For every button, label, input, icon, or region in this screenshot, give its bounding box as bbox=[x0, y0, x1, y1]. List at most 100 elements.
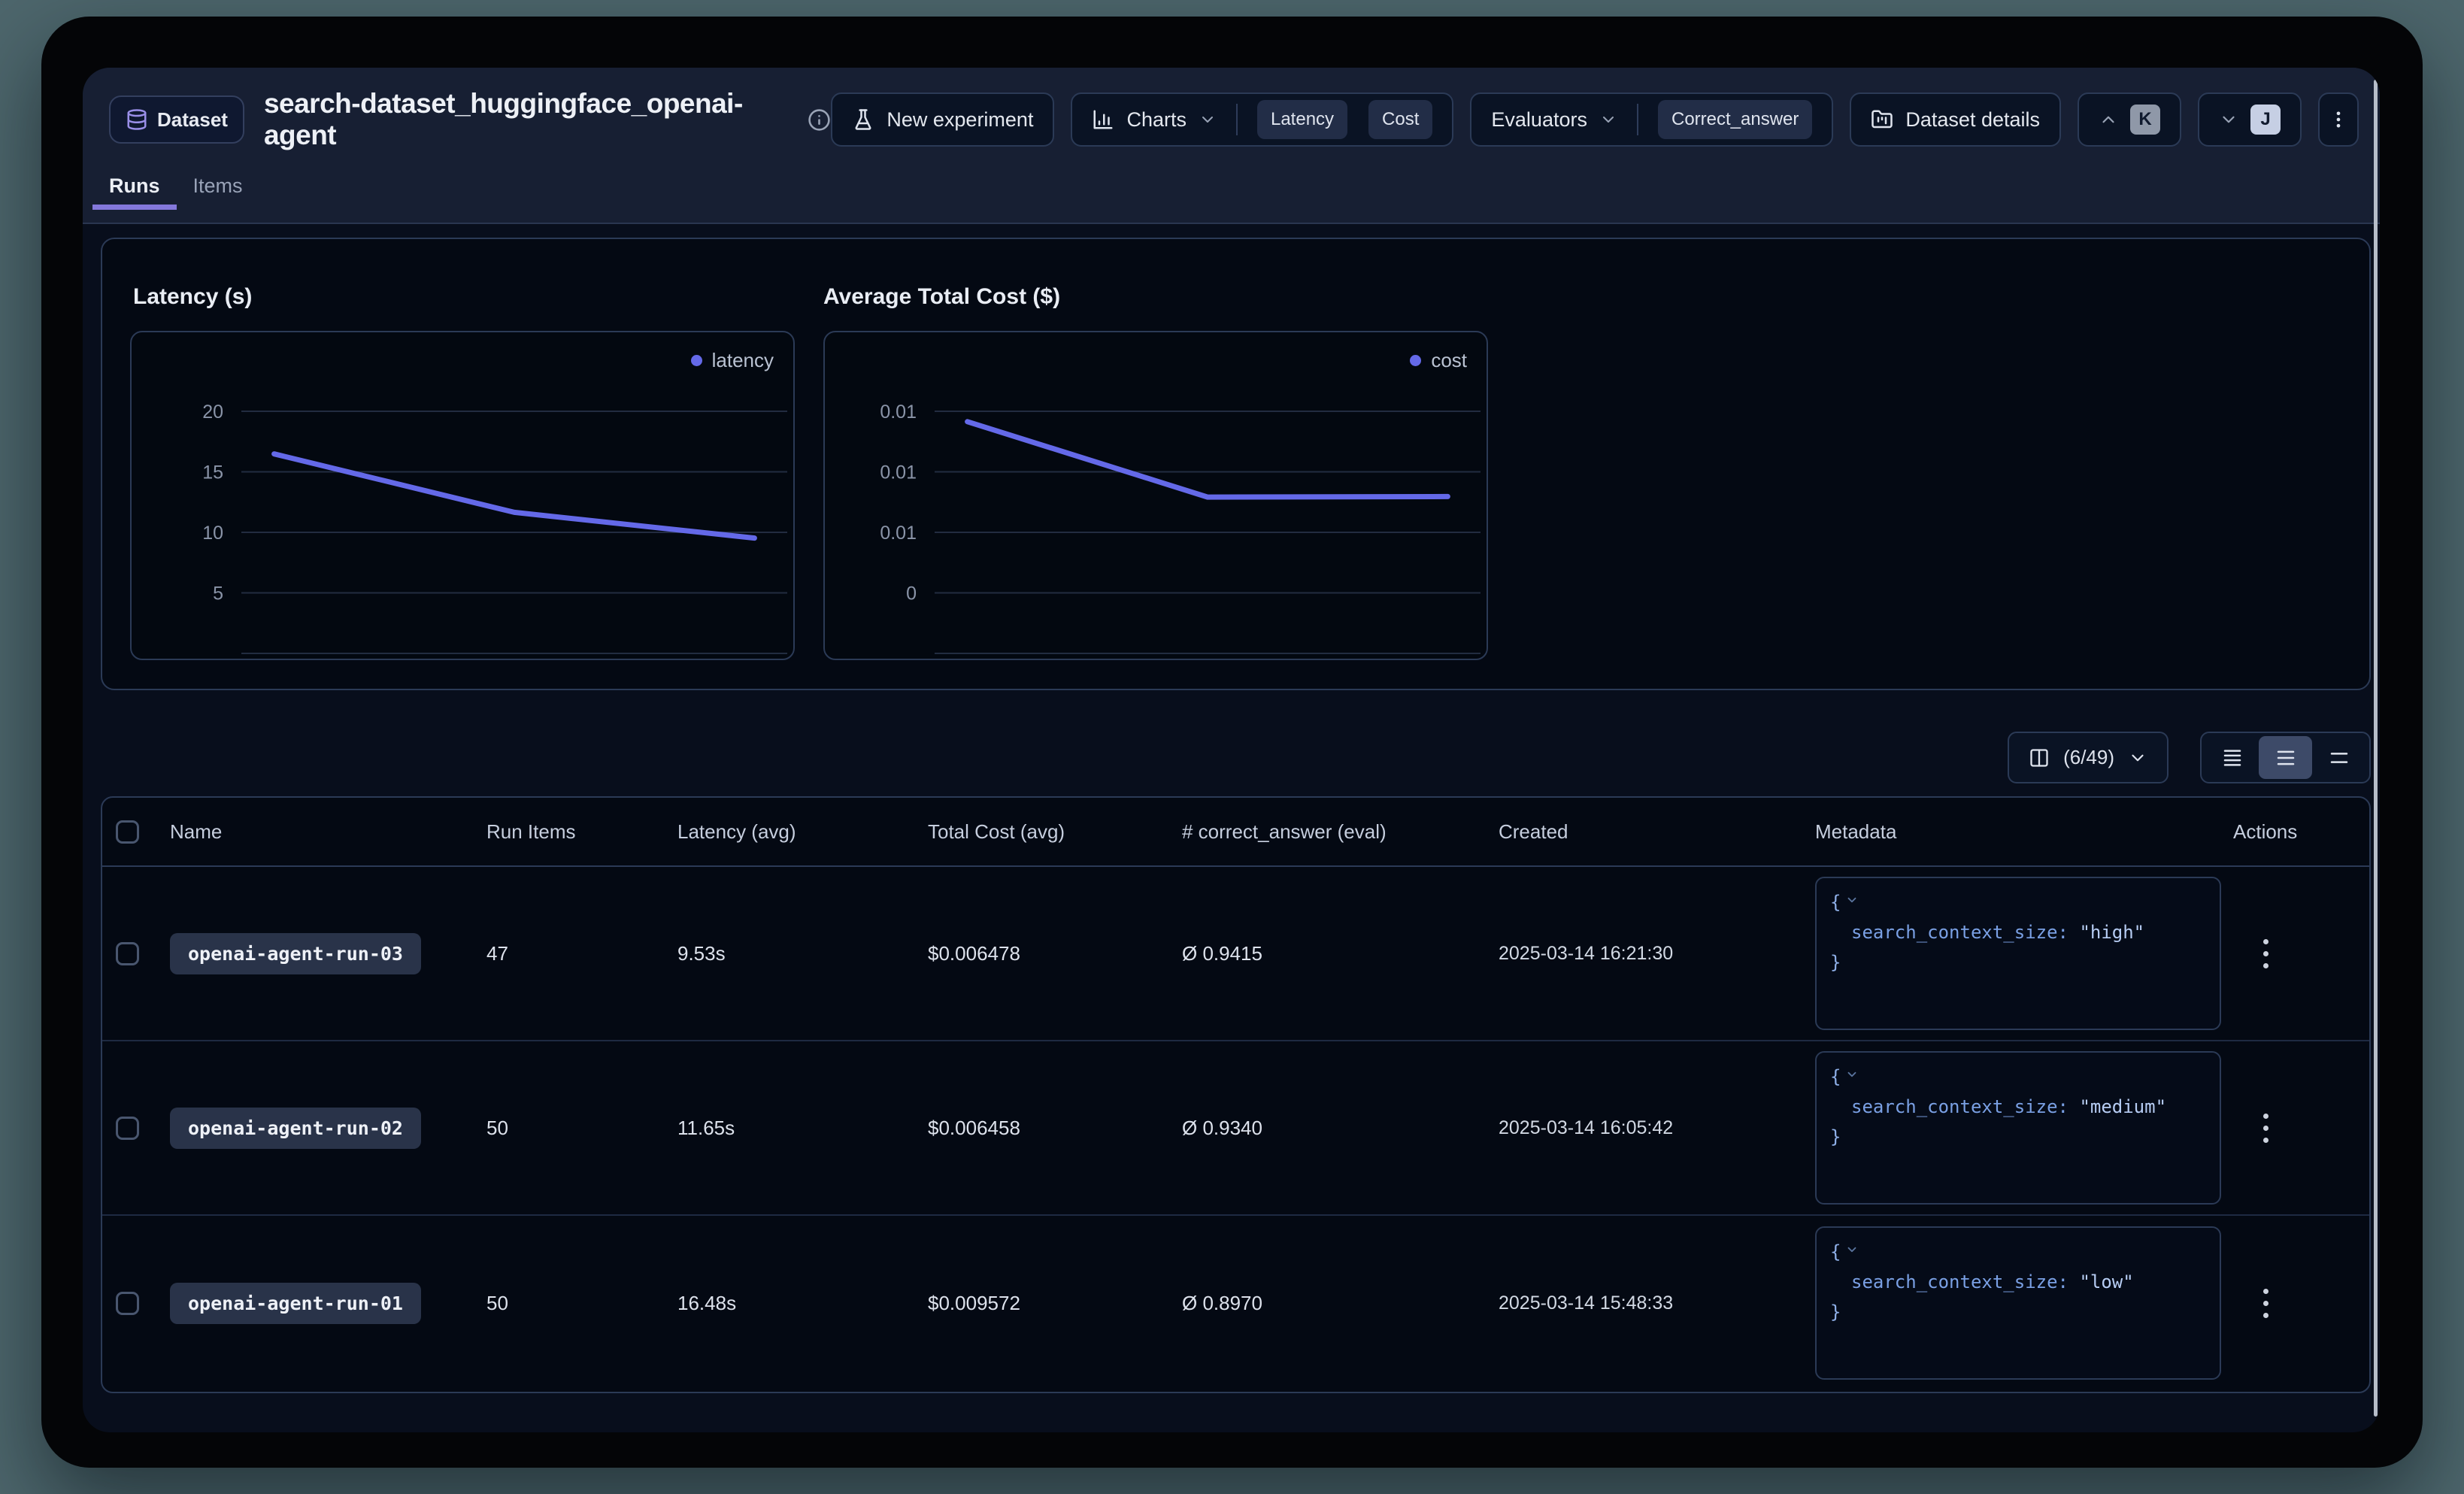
cost-chart: cost 0.01 0.01 0.01 0 bbox=[823, 331, 1488, 660]
table-controls: (6/49) bbox=[2008, 732, 2371, 783]
latency-chart-title: Latency (s) bbox=[133, 284, 252, 310]
charts-panel: Latency (s) Average Total Cost ($) laten… bbox=[101, 238, 2371, 690]
run-items-value: 50 bbox=[486, 1292, 677, 1315]
row-height-toggle bbox=[2200, 732, 2371, 783]
created-value: 2025-03-14 16:21:30 bbox=[1499, 943, 1815, 965]
column-header-name[interactable]: Name bbox=[170, 820, 486, 844]
run-name-badge[interactable]: openai-agent-run-02 bbox=[170, 1108, 421, 1149]
table-row: openai-agent-run-03 47 9.53s $0.006478 Ø… bbox=[102, 867, 2369, 1041]
vertical-scrollbar[interactable] bbox=[2374, 80, 2378, 1417]
rows-tall-icon bbox=[2328, 747, 2350, 769]
svg-text:0.01: 0.01 bbox=[880, 523, 917, 544]
row-height-compact-button[interactable] bbox=[2205, 736, 2259, 779]
flask-icon bbox=[852, 108, 874, 131]
svg-text:0.01: 0.01 bbox=[880, 462, 917, 483]
chart-chip-cost[interactable]: Cost bbox=[1368, 100, 1432, 139]
json-value: "high" bbox=[2079, 922, 2144, 943]
legend-label: latency bbox=[712, 349, 774, 372]
latency-line-plot: 20 15 10 5 bbox=[132, 332, 793, 659]
svg-text:0.01: 0.01 bbox=[880, 402, 917, 423]
latency-chart: latency 20 15 10 5 bbox=[130, 331, 795, 660]
page-title: search-dataset_huggingface_openai-agent bbox=[264, 88, 791, 151]
tab-bar: Runs Items bbox=[92, 174, 259, 210]
table-row: openai-agent-run-02 50 11.65s $0.006458 … bbox=[102, 1041, 2369, 1216]
row-actions-button[interactable] bbox=[2256, 932, 2276, 976]
divider bbox=[1637, 104, 1638, 135]
chevron-down-icon bbox=[2128, 748, 2147, 768]
rows-compact-icon bbox=[2221, 747, 2244, 769]
cost-chart-title: Average Total Cost ($) bbox=[823, 284, 1060, 310]
charts-button[interactable]: Charts Latency Cost bbox=[1071, 92, 1453, 147]
metadata-json-box[interactable]: { search_context_size: "high" } bbox=[1815, 877, 2221, 1030]
json-key: search_context_size: bbox=[1851, 922, 2068, 943]
evaluator-chip-correct-answer[interactable]: Correct_answer bbox=[1658, 100, 1812, 139]
column-header-latency[interactable]: Latency (avg) bbox=[677, 820, 928, 844]
svg-text:0: 0 bbox=[906, 583, 917, 605]
column-visibility-button[interactable]: (6/49) bbox=[2008, 732, 2169, 783]
table-header-row: Name Run Items Latency (avg) Total Cost … bbox=[102, 798, 2369, 867]
table-row: openai-agent-run-01 50 16.48s $0.009572 … bbox=[102, 1216, 2369, 1390]
json-open-brace: { bbox=[1830, 1241, 1841, 1262]
dataset-details-label: Dataset details bbox=[1905, 108, 2040, 132]
metadata-json-box[interactable]: { search_context_size: "medium" } bbox=[1815, 1051, 2221, 1205]
app-window: Dataset search-dataset_huggingface_opena… bbox=[83, 68, 2380, 1432]
column-count-label: (6/49) bbox=[2063, 746, 2114, 769]
row-height-tall-button[interactable] bbox=[2312, 736, 2366, 779]
column-header-correct-answer[interactable]: # correct_answer (eval) bbox=[1182, 820, 1499, 844]
svg-text:10: 10 bbox=[202, 523, 223, 544]
new-experiment-button[interactable]: New experiment bbox=[831, 92, 1054, 147]
run-name-badge[interactable]: openai-agent-run-03 bbox=[170, 933, 421, 974]
row-actions-button[interactable] bbox=[2256, 1106, 2276, 1150]
svg-text:5: 5 bbox=[213, 583, 223, 605]
next-run-button[interactable]: J bbox=[2198, 92, 2302, 147]
new-experiment-label: New experiment bbox=[886, 108, 1033, 132]
ellipsis-vertical-icon bbox=[2328, 109, 2349, 130]
json-collapse-icon[interactable] bbox=[1845, 886, 1859, 916]
total-cost-avg-value: $0.006458 bbox=[928, 1117, 1182, 1140]
row-height-medium-button[interactable] bbox=[2259, 736, 2312, 779]
column-header-created[interactable]: Created bbox=[1499, 820, 1815, 844]
row-checkbox[interactable] bbox=[116, 1292, 139, 1315]
metadata-json-box[interactable]: { search_context_size: "low" } bbox=[1815, 1226, 2221, 1380]
cost-legend: cost bbox=[1410, 349, 1467, 372]
prev-run-button[interactable]: K bbox=[2078, 92, 2181, 147]
row-checkbox[interactable] bbox=[116, 942, 139, 965]
row-checkbox[interactable] bbox=[116, 1117, 139, 1140]
json-close-brace: } bbox=[1830, 952, 1841, 973]
evaluators-label: Evaluators bbox=[1491, 108, 1587, 132]
chart-chip-latency[interactable]: Latency bbox=[1257, 100, 1347, 139]
json-key: search_context_size: bbox=[1851, 1271, 2068, 1292]
select-all-checkbox[interactable] bbox=[116, 820, 139, 844]
json-close-brace: } bbox=[1830, 1126, 1841, 1147]
tab-runs[interactable]: Runs bbox=[92, 174, 177, 210]
correct-answer-avg-value: Ø 0.9415 bbox=[1182, 942, 1499, 965]
rows-medium-icon bbox=[2275, 747, 2297, 769]
shortcut-key-k: K bbox=[2130, 105, 2160, 135]
tab-items[interactable]: Items bbox=[177, 174, 259, 210]
total-cost-avg-value: $0.006478 bbox=[928, 942, 1182, 965]
charts-label: Charts bbox=[1126, 108, 1187, 132]
latency-avg-value: 11.65s bbox=[677, 1117, 928, 1140]
run-name-badge[interactable]: openai-agent-run-01 bbox=[170, 1283, 421, 1324]
legend-dot bbox=[691, 355, 702, 366]
row-actions-button[interactable] bbox=[2256, 1281, 2276, 1326]
chevron-down-icon bbox=[1599, 111, 1617, 129]
json-key: search_context_size: bbox=[1851, 1096, 2068, 1117]
dataset-details-button[interactable]: Dataset details bbox=[1850, 92, 2061, 147]
created-value: 2025-03-14 15:48:33 bbox=[1499, 1292, 1815, 1314]
more-options-button[interactable] bbox=[2318, 92, 2359, 147]
svg-text:20: 20 bbox=[202, 402, 223, 423]
json-open-brace: { bbox=[1830, 1066, 1841, 1087]
evaluators-button[interactable]: Evaluators Correct_answer bbox=[1470, 92, 1833, 147]
column-header-total-cost[interactable]: Total Cost (avg) bbox=[928, 820, 1182, 844]
column-header-metadata[interactable]: Metadata bbox=[1815, 820, 2233, 844]
chevron-down-icon bbox=[1199, 111, 1217, 129]
folder-kanban-icon bbox=[1871, 108, 1893, 131]
columns-icon bbox=[2029, 747, 2050, 768]
column-header-run-items[interactable]: Run Items bbox=[486, 820, 677, 844]
info-icon[interactable] bbox=[808, 108, 831, 132]
json-collapse-icon[interactable] bbox=[1845, 1235, 1859, 1265]
database-icon bbox=[126, 108, 148, 131]
svg-text:15: 15 bbox=[202, 462, 223, 483]
json-collapse-icon[interactable] bbox=[1845, 1060, 1859, 1090]
